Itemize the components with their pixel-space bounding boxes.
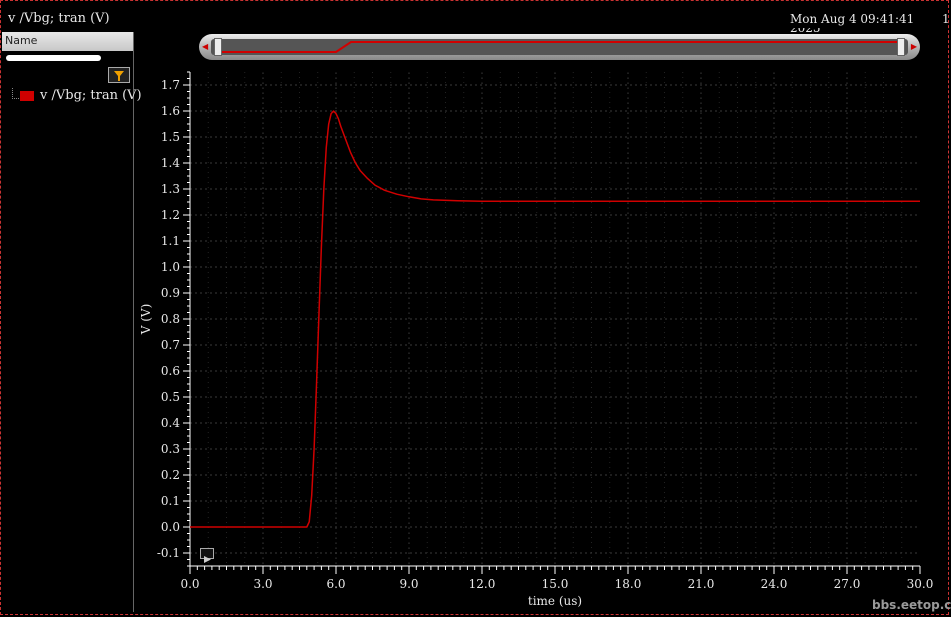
y-axis-label: V (V) [139,304,153,336]
x-tick-label: 24.0 [761,577,788,591]
y-tick-label: 0.9 [161,286,180,300]
y-tick-label: -0.1 [157,546,180,560]
y-tick-label: 1.5 [161,130,180,144]
x-axis-label: time (us) [528,594,582,608]
y-tick-label: 1.2 [161,208,180,222]
y-tick-label: 1.3 [161,182,180,196]
y-tick-label: 1.4 [161,156,180,170]
x-tick-label: 15.0 [542,577,569,591]
x-tick-label: 21.0 [688,577,715,591]
y-tick-label: 0.2 [161,468,180,482]
y-tick-label: 1.7 [161,78,180,92]
y-tick-label: 0.1 [161,494,180,508]
y-tick-label: 0.3 [161,442,180,456]
y-tick-label: 0.5 [161,390,180,404]
watermark: bbs.eetop.cn [872,598,951,612]
x-tick-label: 27.0 [834,577,861,591]
x-tick-label: 18.0 [615,577,642,591]
x-tick-label: 30.0 [907,577,934,591]
y-tick-label: 0.0 [161,520,180,534]
y-tick-label: 0.6 [161,364,180,378]
waveform-plot[interactable]: -0.1 0.0 0.1 0.2 0.3 0.4 0.5 0.6 0.7 0.8 0.9 1.0 1.1… [0,0,951,617]
y-tick-label: 0.8 [161,312,180,326]
x-tick-label: 0.0 [180,577,199,591]
y-tick-label: 1.1 [161,234,180,248]
y-tick-label: 0.4 [161,416,180,430]
y-tick-label: 1.6 [161,104,180,118]
play-icon [204,556,211,563]
play-button[interactable] [200,548,214,563]
x-tick-label: 3.0 [253,577,272,591]
x-tick-label: 6.0 [326,577,345,591]
x-tick-label: 9.0 [399,577,418,591]
y-tick-label: 1.0 [161,260,180,274]
y-tick-label: 0.7 [161,338,180,352]
x-tick-label: 12.0 [469,577,496,591]
